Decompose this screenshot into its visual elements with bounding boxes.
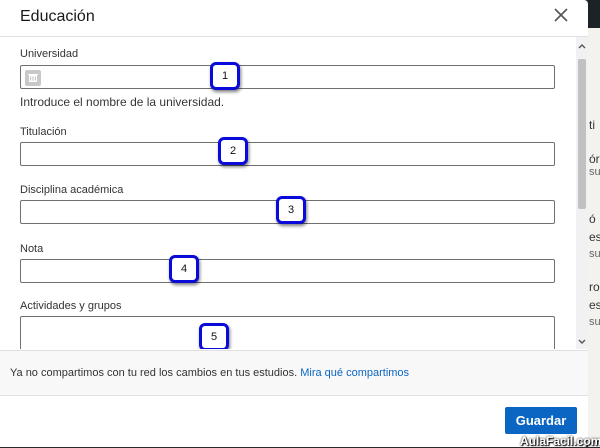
see-what-we-share-link[interactable]: Mira qué compartimos [300,367,409,379]
sharing-notice-text: Ya no compartimos con tu red los cambios… [10,367,409,379]
form-scrollbar[interactable] [576,37,588,349]
background-text: su [589,316,600,328]
grade-input[interactable] [20,259,555,283]
university-hint: Introduce el nombre de la universidad. [20,95,225,109]
background-text: ro [589,280,600,294]
annotation-badge-3: 3 [276,196,306,224]
activities-label: Actividades y grupos [20,300,122,312]
background-text: su [589,248,600,260]
background-text: es [589,298,600,312]
education-modal: Educación Universidad Introduce el nombr… [0,0,588,447]
degree-input[interactable] [20,142,555,166]
building-icon [25,70,41,86]
scroll-thumb[interactable] [578,59,586,209]
sharing-notice-message: Ya no compartimos con tu red los cambios… [10,367,298,379]
save-button[interactable]: Guardar [505,407,577,434]
modal-header: Educación [0,0,588,37]
university-label: Universidad [20,48,79,60]
discipline-label: Disciplina académica [20,184,124,196]
annotation-badge-1: 1 [210,62,240,90]
education-form: Universidad Introduce el nombre de la un… [0,37,576,349]
grade-label: Nota [20,243,44,255]
scroll-up-icon[interactable] [576,39,588,51]
annotation-badge-5: 5 [199,323,229,349]
background-text: ó [589,212,596,226]
background-text: ór [589,152,600,166]
activities-textarea[interactable] [20,316,555,349]
watermark-logo: AulaFacil.com [520,434,600,448]
degree-label: Titulación [20,126,67,138]
modal-title: Educación [20,8,95,25]
sharing-notice: Ya no compartimos con tu red los cambios… [0,350,588,396]
close-button[interactable] [550,4,572,26]
background-text: es [589,230,600,244]
close-icon [554,8,568,22]
background-nav-bar [588,0,600,28]
university-input[interactable] [20,65,555,89]
annotation-badge-2: 2 [218,137,248,165]
annotation-badge-4: 4 [169,255,199,283]
background-text: ti [589,118,595,132]
scroll-down-icon[interactable] [576,335,588,347]
background-page: ti ór su ó es su ro es su [588,0,600,447]
background-text: su [589,166,600,178]
